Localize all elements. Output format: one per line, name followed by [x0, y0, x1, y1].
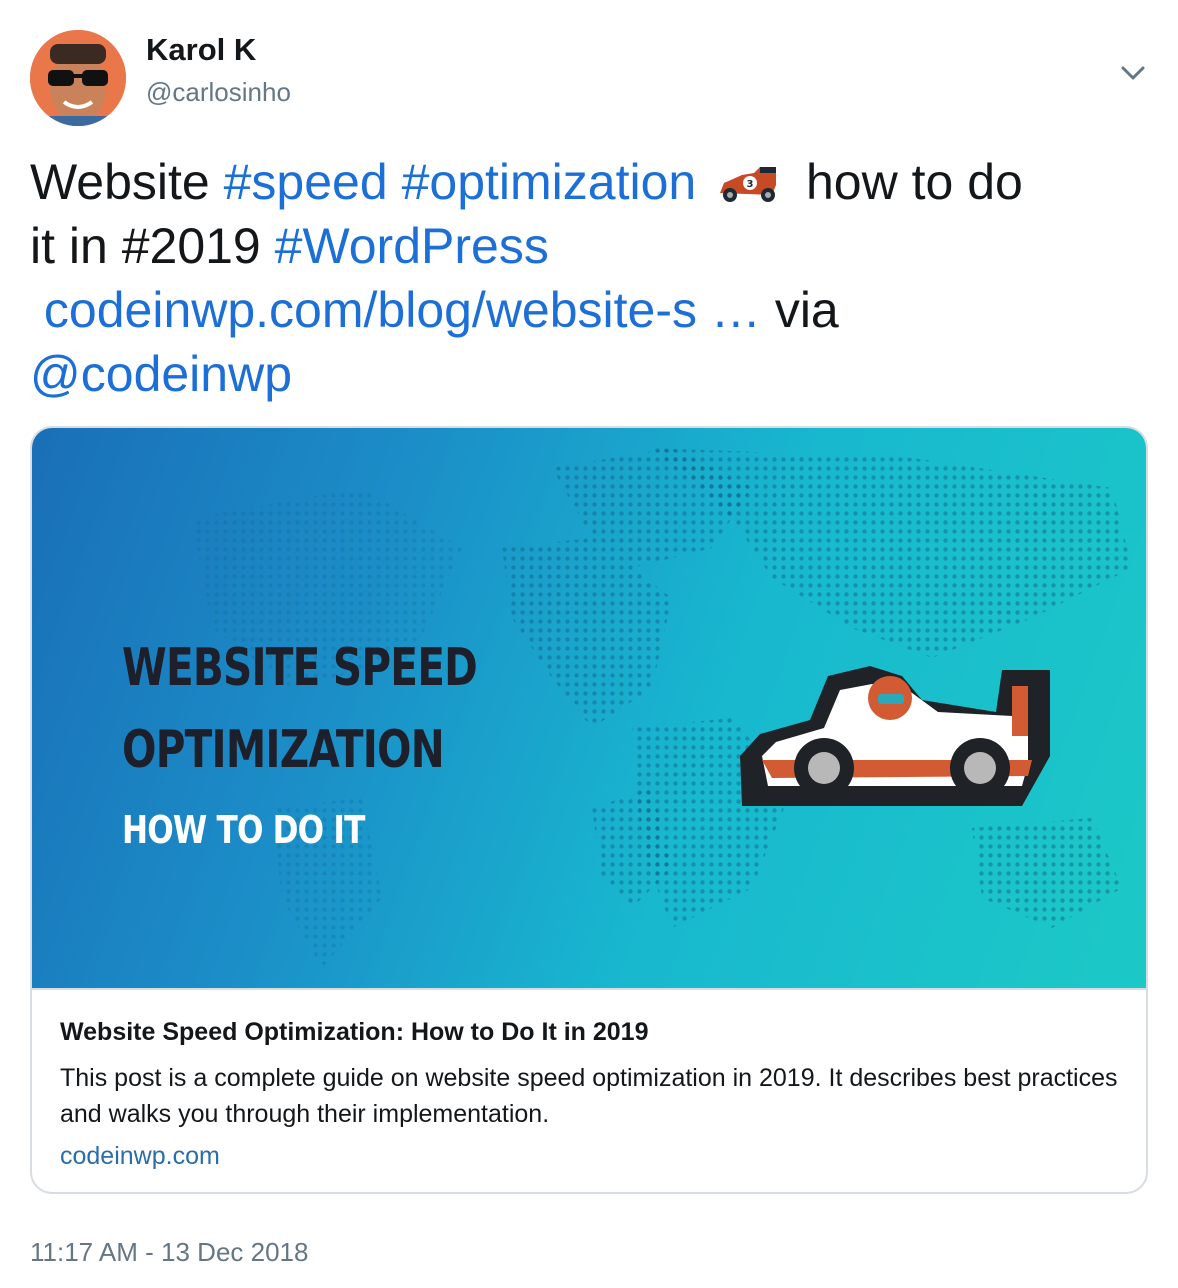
card-info: Website Speed Optimization: How to Do It… [32, 988, 1146, 1192]
tweet-text: Website #speed #optimization 3 how to do… [30, 150, 1140, 406]
tweet-word: it in #2019 [30, 218, 261, 274]
racing-car-emoji-icon: 3 [714, 154, 784, 202]
author-name[interactable]: Karol K [146, 32, 256, 68]
mention-link[interactable]: @codeinwp [30, 346, 292, 402]
tweet-word: how to do [806, 154, 1023, 210]
tweet-word: Website [30, 154, 210, 210]
card-title: Website Speed Optimization: How to Do It… [60, 1018, 649, 1046]
svg-text:3: 3 [747, 179, 754, 190]
hashtag-link[interactable]: #WordPress [275, 218, 549, 274]
hashtag-link[interactable]: #speed [224, 154, 388, 210]
avatar[interactable] [30, 30, 126, 126]
tweet: Karol K @carlosinho Website #speed #opti… [0, 0, 1178, 1288]
card-domain: codeinwp.com [60, 1142, 220, 1170]
link-card[interactable]: WEBSITE SPEED OPTIMIZATION HOW TO DO IT … [30, 426, 1148, 1194]
tweet-timestamp[interactable]: 11:17 AM - 13 Dec 2018 [30, 1236, 308, 1268]
card-image: WEBSITE SPEED OPTIMIZATION HOW TO DO IT [32, 428, 1146, 988]
card-description: This post is a complete guide on website… [60, 1064, 1118, 1128]
hashtag-link[interactable]: #optimization [402, 154, 697, 210]
hero-subtitle: HOW TO DO IT [122, 808, 365, 852]
avatar-image [30, 30, 126, 126]
chevron-down-icon[interactable] [1116, 58, 1150, 88]
url-link[interactable]: codeinwp.com/blog/website-s … [44, 282, 761, 338]
tweet-word: via [774, 282, 839, 338]
author-handle[interactable]: @carlosinho [146, 76, 291, 108]
hero-title-line-2: OPTIMIZATION [122, 720, 445, 780]
racing-car-illustration [740, 666, 1050, 806]
hero-title-line-1: WEBSITE SPEED [122, 638, 478, 698]
